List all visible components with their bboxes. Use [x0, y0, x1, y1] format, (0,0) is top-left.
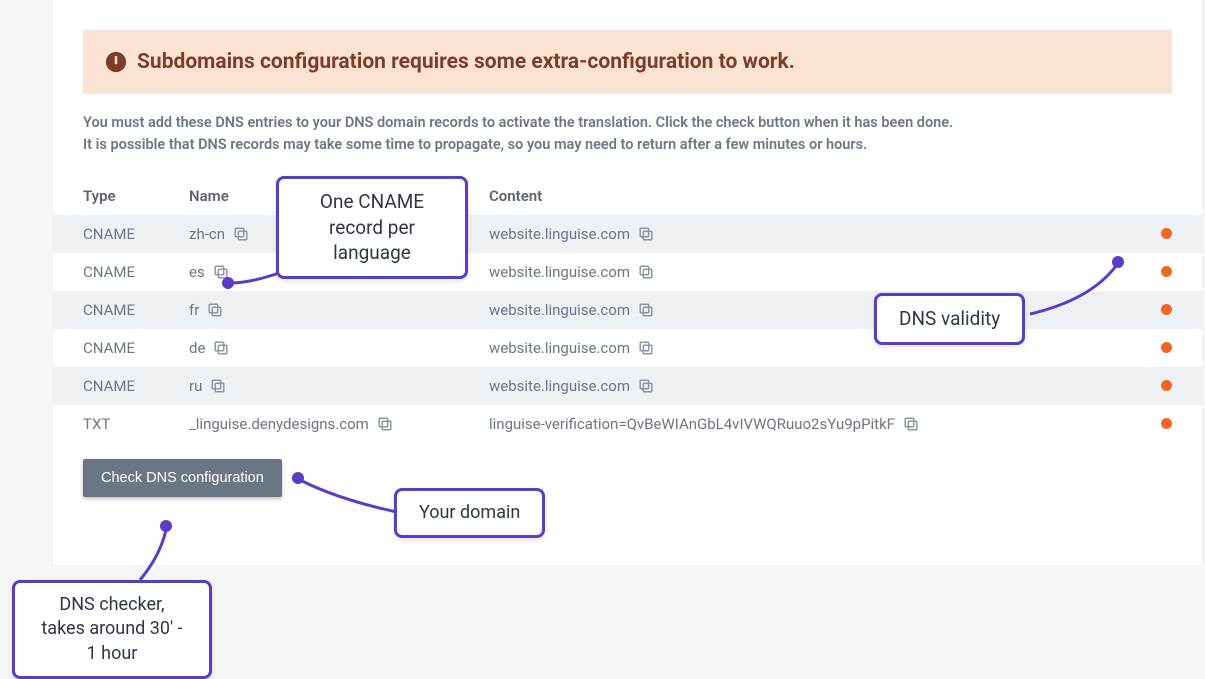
- copy-icon[interactable]: [638, 378, 654, 394]
- copy-icon[interactable]: [903, 416, 919, 432]
- table-row: CNAMEde website.linguise.com: [53, 329, 1202, 367]
- cell-name: _linguise.denydesigns.com: [189, 415, 489, 433]
- cell-content-text: website.linguise.com: [489, 263, 630, 281]
- copy-icon[interactable]: [638, 302, 654, 318]
- cell-name-text: zh-cn: [189, 225, 225, 243]
- copy-icon[interactable]: [210, 378, 226, 394]
- cell-type: CNAME: [83, 263, 189, 281]
- copy-icon[interactable]: [207, 302, 223, 318]
- cell-content-text: linguise-verification=QvBeWIAnGbL4vIVWQR…: [489, 415, 895, 433]
- copy-icon[interactable]: [638, 340, 654, 356]
- check-dns-button[interactable]: Check DNS configuration: [83, 459, 282, 497]
- cell-type: CNAME: [83, 339, 189, 357]
- copy-icon[interactable]: [377, 416, 393, 432]
- dns-table: Type Name Content CNAMEzh-cnwebsite.ling…: [53, 181, 1202, 443]
- cell-name-text: ru: [189, 377, 202, 395]
- table-row: CNAMEru website.linguise.com: [53, 367, 1202, 405]
- cell-type: CNAME: [83, 225, 189, 243]
- cell-content: website.linguise.com: [489, 225, 1140, 243]
- status-dot-icon: [1161, 304, 1172, 315]
- callout-checker: DNS checker, takes around 30' - 1 hour: [12, 580, 212, 679]
- status-dot-icon: [1161, 418, 1172, 429]
- cell-status: [1140, 342, 1172, 353]
- hint-line-1: You must add these DNS entries to your D…: [83, 112, 1172, 134]
- callout-validity: DNS validity: [874, 293, 1025, 345]
- copy-icon[interactable]: [213, 264, 229, 280]
- alert-banner: Subdomains configuration requires some e…: [83, 30, 1172, 94]
- cell-name-text: es: [189, 263, 205, 281]
- table-row: CNAMEfr website.linguise.com: [53, 291, 1202, 329]
- callout-cname: One CNAME record per language: [276, 176, 468, 279]
- cell-content: website.linguise.com: [489, 263, 1140, 281]
- table-header-row: Type Name Content: [53, 181, 1202, 215]
- cell-content: linguise-verification=QvBeWIAnGbL4vIVWQR…: [489, 415, 1140, 433]
- alert-text: Subdomains configuration requires some e…: [137, 50, 795, 74]
- cell-name: fr: [189, 301, 489, 319]
- cell-status: [1140, 304, 1172, 315]
- alert-icon: [105, 51, 127, 73]
- cell-content: website.linguise.com: [489, 339, 1140, 357]
- cell-type: TXT: [83, 415, 189, 433]
- cell-content: website.linguise.com: [489, 377, 1140, 395]
- table-row: CNAMEzh-cn website.linguise.com: [53, 215, 1202, 253]
- cell-name: de: [189, 339, 489, 357]
- cell-status: [1140, 228, 1172, 239]
- cell-name: ru: [189, 377, 489, 395]
- cell-content-text: website.linguise.com: [489, 377, 630, 395]
- cell-content-text: website.linguise.com: [489, 301, 630, 319]
- cell-type: CNAME: [83, 301, 189, 319]
- cell-status: [1140, 380, 1172, 391]
- callout-domain: Your domain: [394, 488, 545, 538]
- cell-type: CNAME: [83, 377, 189, 395]
- hint-line-2: It is possible that DNS records may take…: [83, 134, 1172, 156]
- copy-icon[interactable]: [638, 264, 654, 280]
- cell-content-text: website.linguise.com: [489, 225, 630, 243]
- status-dot-icon: [1161, 342, 1172, 353]
- cell-status: [1140, 266, 1172, 277]
- copy-icon[interactable]: [233, 226, 249, 242]
- cell-name-text: de: [189, 339, 205, 357]
- dns-config-card: Subdomains configuration requires some e…: [53, 0, 1202, 565]
- col-header-content: Content: [489, 187, 1140, 205]
- cell-content: website.linguise.com: [489, 301, 1140, 319]
- table-row: TXT_linguise.denydesigns.com linguise-ver…: [53, 405, 1202, 443]
- status-dot-icon: [1161, 228, 1172, 239]
- cell-status: [1140, 418, 1172, 429]
- table-row: CNAMEes website.linguise.com: [53, 253, 1202, 291]
- hint-text: You must add these DNS entries to your D…: [83, 112, 1172, 157]
- cell-content-text: website.linguise.com: [489, 339, 630, 357]
- cell-name-text: _linguise.denydesigns.com: [189, 415, 369, 433]
- col-header-type: Type: [83, 187, 189, 205]
- cell-name-text: fr: [189, 301, 199, 319]
- status-dot-icon: [1161, 380, 1172, 391]
- status-dot-icon: [1161, 266, 1172, 277]
- copy-icon[interactable]: [638, 226, 654, 242]
- copy-icon[interactable]: [213, 340, 229, 356]
